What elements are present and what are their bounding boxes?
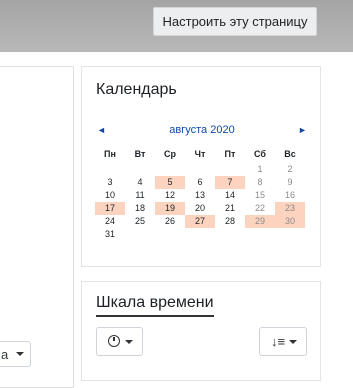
calendar-empty-cell: [215, 228, 245, 241]
calendar-day: 1: [257, 164, 263, 174]
calendar-day: 18: [134, 203, 145, 213]
calendar-day[interactable]: 27: [185, 215, 215, 228]
weekday-header: Пт: [224, 149, 236, 159]
calendar-day[interactable]: 29: [245, 215, 275, 228]
calendar-empty-cell: [185, 228, 215, 241]
calendar-week: 12: [95, 163, 305, 176]
chevron-down-icon: [289, 340, 297, 344]
calendar-day: 13: [194, 190, 205, 200]
calendar-week: 24 25 26 27 28 29 30: [95, 215, 305, 228]
calendar-day: 25: [134, 216, 145, 226]
calendar-month-link[interactable]: августа 2020: [82, 124, 322, 136]
calendar-day: 9: [287, 177, 293, 187]
calendar-title: Календарь: [96, 81, 177, 98]
calendar-day: 14: [224, 190, 235, 200]
calendar-empty-cell: [215, 163, 245, 176]
sort-icon: ↓≡: [271, 334, 286, 349]
calendar-week: 17 18 19 20 21 22 23: [95, 202, 305, 215]
calendar-week: 31: [95, 228, 305, 241]
calendar-day: 8: [257, 177, 263, 187]
clock-icon: [108, 334, 120, 349]
main-content-region: [0, 66, 74, 388]
calendar-empty-cell: [245, 228, 275, 241]
calendar-day[interactable]: 5: [155, 176, 185, 189]
calendar-nav: ◄ августа 2020 ►: [82, 124, 322, 138]
calendar-grid: Пн Вт Ср Чт Пт Сб Вс 1 2 3 4 5 6 7 8 9 10 11 12 13 14 15 16 17…: [95, 145, 305, 241]
timeline-title: Шкала времени: [96, 294, 214, 317]
calendar-day: 22: [254, 203, 265, 213]
main-select-value: а: [1, 347, 9, 362]
calendar-day: 11: [135, 190, 145, 200]
calendar-day[interactable]: 7: [215, 176, 245, 189]
calendar-day: 2: [287, 164, 293, 174]
calendar-day: 15: [254, 190, 265, 200]
chevron-down-icon: [16, 352, 24, 356]
timeline-block: Шкала времени ↓≡: [81, 281, 321, 381]
calendar-day: 16: [284, 190, 295, 200]
weekday-header: Ср: [164, 149, 176, 159]
calendar-day: 6: [197, 177, 203, 187]
timeline-sort-button[interactable]: ↓≡: [259, 327, 307, 356]
calendar-day: 26: [164, 216, 175, 226]
timeline-filter-button[interactable]: [96, 327, 143, 356]
weekday-header: Чт: [194, 149, 206, 159]
calendar-block: Календарь ◄ августа 2020 ► Пн Вт Ср Чт Пт Сб В…: [81, 66, 321, 267]
calendar-empty-cell: [125, 228, 155, 241]
calendar-week: 3 4 5 6 7 8 9: [95, 176, 305, 189]
calendar-day: 21: [224, 203, 235, 213]
weekday-header: Вс: [284, 149, 296, 159]
calendar-empty-cell: [95, 163, 125, 176]
calendar-week: 10 11 12 13 14 15 16: [95, 189, 305, 202]
chevron-down-icon: [125, 340, 133, 344]
weekday-header: Пн: [104, 149, 116, 159]
next-month-icon[interactable]: ►: [298, 125, 307, 135]
calendar-day: 12: [164, 190, 175, 200]
calendar-day: 4: [137, 177, 143, 187]
calendar-empty-cell: [125, 163, 155, 176]
calendar-day: 3: [107, 177, 113, 187]
page-header: Настроить эту страницу: [0, 0, 353, 52]
calendar-empty-cell: [185, 163, 215, 176]
calendar-day: 31: [104, 229, 115, 239]
calendar-day[interactable]: 19: [155, 202, 185, 215]
calendar-empty-cell: [155, 228, 185, 241]
customize-page-button[interactable]: Настроить эту страницу: [153, 7, 317, 36]
calendar-day[interactable]: 30: [275, 215, 305, 228]
calendar-empty-cell: [155, 163, 185, 176]
weekday-header: Вт: [134, 149, 146, 159]
weekday-header: Сб: [254, 149, 266, 159]
main-select[interactable]: а: [0, 341, 31, 367]
calendar-day: 28: [224, 216, 235, 226]
calendar-day[interactable]: 23: [275, 202, 305, 215]
calendar-day[interactable]: 17: [95, 202, 125, 215]
calendar-day: 10: [104, 190, 115, 200]
calendar-day: 24: [104, 216, 115, 226]
calendar-day: 20: [194, 203, 205, 213]
calendar-empty-cell: [275, 228, 305, 241]
